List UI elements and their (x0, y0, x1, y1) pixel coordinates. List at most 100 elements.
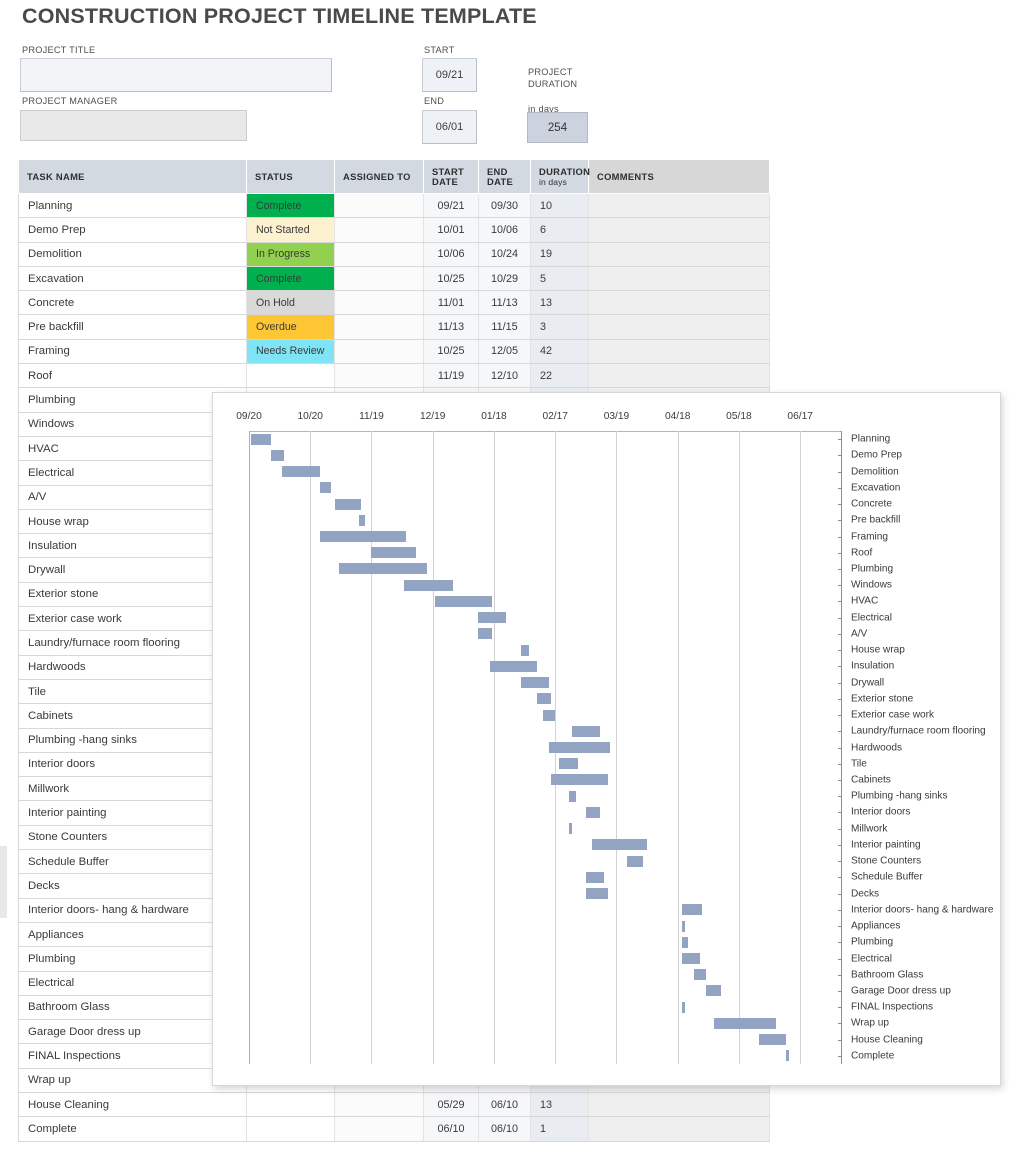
cell-end-date[interactable]: 11/13 (478, 290, 531, 316)
gantt-bar[interactable] (477, 628, 492, 640)
cell-task-name[interactable]: Pre backfill (18, 314, 247, 340)
gantt-bar[interactable] (271, 449, 284, 461)
gantt-bar[interactable] (706, 985, 721, 997)
cell-assigned-to[interactable] (334, 193, 424, 219)
table-row[interactable]: Complete 06/10 06/10 1 (18, 1116, 770, 1142)
cell-start-date[interactable]: 06/10 (423, 1116, 479, 1142)
cell-duration[interactable]: 10 (530, 193, 589, 219)
cell-assigned-to[interactable] (334, 1116, 424, 1142)
cell-duration[interactable]: 5 (530, 266, 589, 292)
cell-end-date[interactable]: 12/05 (478, 339, 531, 365)
cell-assigned-to[interactable] (334, 266, 424, 292)
cell-duration[interactable]: 3 (530, 314, 589, 340)
cell-end-date[interactable]: 09/30 (478, 193, 531, 219)
cell-status[interactable]: Not Started (246, 217, 335, 243)
gantt-bar[interactable] (320, 531, 407, 542)
cell-start-date[interactable]: 10/25 (423, 339, 479, 365)
cell-comments[interactable] (588, 363, 770, 389)
gantt-bar[interactable] (571, 725, 601, 737)
cell-status[interactable]: In Progress (246, 242, 335, 267)
cell-end-date[interactable]: 10/06 (478, 217, 531, 243)
cell-comments[interactable] (588, 1092, 770, 1118)
table-row[interactable]: Demo Prep Not Started 10/01 10/06 6 (18, 217, 770, 243)
gantt-bar[interactable] (536, 693, 552, 705)
cell-assigned-to[interactable] (334, 363, 424, 389)
gantt-bar[interactable] (320, 482, 331, 494)
cell-end-date[interactable]: 10/29 (478, 266, 531, 292)
table-row[interactable]: House Cleaning 05/29 06/10 13 (18, 1092, 770, 1118)
gantt-bar[interactable] (681, 920, 685, 932)
table-row[interactable]: Excavation Complete 10/25 10/29 5 (18, 266, 770, 292)
gantt-bar[interactable] (585, 871, 605, 883)
cell-comments[interactable] (588, 1116, 770, 1142)
gantt-bar[interactable] (694, 969, 707, 981)
gantt-bar[interactable] (520, 644, 529, 656)
cell-task-name[interactable]: Concrete (18, 290, 247, 316)
cell-status[interactable] (246, 1092, 335, 1118)
cell-end-date[interactable]: 10/24 (478, 242, 531, 267)
cell-task-name[interactable]: Planning (18, 193, 247, 219)
end-date-input[interactable]: 06/01 (422, 110, 477, 144)
cell-start-date[interactable]: 10/06 (423, 242, 479, 267)
project-title-input[interactable] (20, 58, 332, 92)
cell-task-name[interactable]: Demolition (18, 242, 247, 267)
project-manager-input[interactable] (20, 110, 247, 141)
cell-status[interactable]: Complete (246, 193, 335, 219)
gantt-bar[interactable] (520, 677, 550, 689)
cell-status[interactable]: Needs Review (246, 339, 335, 365)
cell-start-date[interactable]: 09/21 (423, 193, 479, 219)
cell-task-name[interactable]: Framing (18, 339, 247, 365)
cell-comments[interactable] (588, 242, 770, 267)
cell-assigned-to[interactable] (334, 217, 424, 243)
table-row[interactable]: Pre backfill Overdue 11/13 11/15 3 (18, 314, 770, 340)
gantt-bar[interactable] (714, 1017, 776, 1029)
cell-end-date[interactable]: 06/10 (478, 1092, 531, 1118)
gantt-bar[interactable] (477, 612, 507, 624)
gantt-bar[interactable] (371, 547, 417, 559)
cell-start-date[interactable]: 05/29 (423, 1092, 479, 1118)
start-date-input[interactable]: 09/21 (422, 58, 477, 92)
cell-status[interactable]: Overdue (246, 314, 335, 340)
cell-task-name[interactable]: Demo Prep (18, 217, 247, 243)
cell-end-date[interactable]: 11/15 (478, 314, 531, 340)
gantt-bar[interactable] (585, 806, 601, 818)
cell-start-date[interactable]: 10/25 (423, 266, 479, 292)
cell-comments[interactable] (588, 290, 770, 316)
gantt-bar[interactable] (489, 660, 537, 672)
cell-start-date[interactable]: 11/19 (423, 363, 479, 389)
cell-task-name[interactable]: House Cleaning (18, 1092, 247, 1118)
table-row[interactable]: Framing Needs Review 10/25 12/05 42 (18, 339, 770, 365)
cell-comments[interactable] (588, 314, 770, 340)
cell-assigned-to[interactable] (334, 314, 424, 340)
gantt-bar[interactable] (569, 790, 576, 802)
cell-duration[interactable]: 13 (530, 290, 589, 316)
gantt-bar[interactable] (334, 498, 362, 510)
cell-duration[interactable]: 6 (530, 217, 589, 243)
cell-assigned-to[interactable] (334, 1092, 424, 1118)
cell-duration[interactable]: 22 (530, 363, 589, 389)
cell-end-date[interactable]: 06/10 (478, 1116, 531, 1142)
cell-task-name[interactable]: Excavation (18, 266, 247, 292)
cell-task-name[interactable]: Roof (18, 363, 247, 389)
cell-status[interactable] (246, 363, 335, 389)
cell-assigned-to[interactable] (334, 339, 424, 365)
cell-duration[interactable]: 42 (530, 339, 589, 365)
gantt-bar[interactable] (434, 595, 492, 607)
gantt-bar[interactable] (626, 855, 643, 867)
table-row[interactable]: Roof 11/19 12/10 22 (18, 363, 770, 389)
gantt-bar[interactable] (549, 742, 611, 753)
cell-start-date[interactable]: 11/13 (423, 314, 479, 340)
gantt-bar[interactable] (281, 466, 321, 478)
cell-assigned-to[interactable] (334, 242, 424, 267)
cell-status[interactable]: On Hold (246, 290, 335, 316)
cell-status[interactable]: Complete (246, 266, 335, 292)
cell-start-date[interactable]: 11/01 (423, 290, 479, 316)
cell-duration[interactable]: 19 (530, 242, 589, 267)
gantt-bar[interactable] (404, 579, 454, 591)
table-row[interactable]: Demolition In Progress 10/06 10/24 19 (18, 242, 770, 267)
cell-comments[interactable] (588, 217, 770, 243)
gantt-bar[interactable] (759, 1034, 786, 1046)
cell-end-date[interactable]: 12/10 (478, 363, 531, 389)
cell-assigned-to[interactable] (334, 290, 424, 316)
cell-start-date[interactable]: 10/01 (423, 217, 479, 243)
